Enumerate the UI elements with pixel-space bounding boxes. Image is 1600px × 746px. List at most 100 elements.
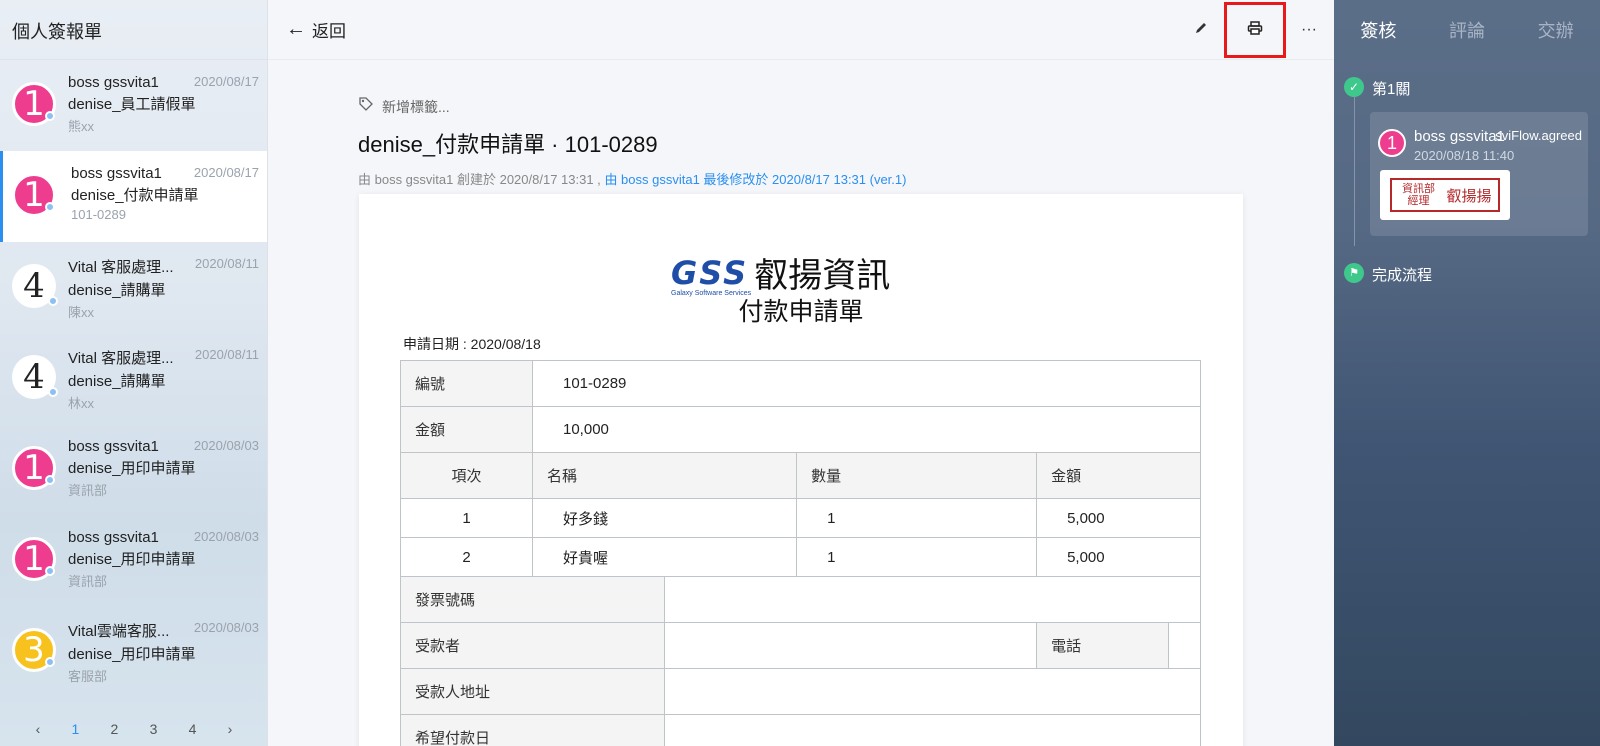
column-header: 數量	[796, 452, 1038, 499]
tag-icon	[358, 96, 374, 117]
signer-status: sviFlow.agreed	[1495, 128, 1582, 143]
tag-input[interactable]: 新增標籤...	[358, 96, 1244, 117]
table-row: 1 好多錢 1 5,000	[400, 498, 1201, 538]
flag-icon: ⚑	[1344, 263, 1364, 283]
form-title: 付款申請單	[738, 298, 864, 326]
more-button[interactable]: ···	[1294, 21, 1324, 39]
amount-value: 10,000	[532, 406, 1201, 453]
page-2[interactable]: 2	[111, 721, 119, 737]
list-item-title: denise_用印申請單	[68, 460, 196, 477]
approval-step: ✓ 第1關	[1334, 77, 1600, 99]
list-item[interactable]: 1 boss gssvita1 2020/08/03 denise_用印申請單 資…	[0, 515, 267, 606]
address-value	[664, 668, 1201, 715]
tab-comments[interactable]: 評論	[1449, 17, 1485, 43]
list-item-sender: boss gssvita1	[68, 74, 159, 91]
list-item-date: 2020/08/03	[193, 438, 259, 453]
signer-time: 2020/08/18 11:40	[1414, 148, 1515, 163]
column-header: 項次	[400, 452, 533, 499]
invoice-value	[664, 576, 1201, 623]
list-item-date: 2020/08/11	[194, 347, 259, 362]
status-dot	[45, 566, 55, 576]
step-label: 完成流程	[1372, 267, 1433, 284]
arrow-left-icon: ←	[286, 18, 306, 40]
table-cell: 5,000	[1036, 498, 1201, 538]
main-content: ← 返回 ··· 新增標籤... denise_付款申請單 · 101-0289…	[268, 0, 1334, 746]
page-4[interactable]: 4	[189, 721, 197, 737]
tab-assign[interactable]: 交辦	[1538, 17, 1574, 43]
approval-step-complete: ⚑ 完成流程	[1334, 263, 1433, 285]
list-item-subtitle: 陳xx	[68, 305, 95, 320]
sidebar-title: 個人簽報單	[0, 0, 267, 60]
status-dot	[45, 111, 55, 121]
approval-panel: 簽核 評論 交辦 ✓ 第1關 1 boss gssvita1 sviFlow.a…	[1334, 0, 1600, 746]
back-button[interactable]: ← 返回	[286, 17, 346, 42]
prev-page-icon[interactable]: ‹	[36, 721, 41, 737]
column-header: 名稱	[531, 452, 798, 499]
list-item[interactable]: 1 boss gssvita1 2020/08/17 denise_員工請假單 熊…	[0, 60, 267, 151]
document-meta: 由 boss gssvita1 創建於 2020/8/17 13:31 , 由 …	[358, 169, 1244, 188]
list-item-subtitle: 熊xx	[68, 119, 95, 134]
avatar: 4	[12, 355, 58, 399]
avatar: 1	[12, 537, 56, 581]
address-label: 受款人地址	[399, 668, 666, 715]
list-item-sender: Vital 客服處理...	[68, 259, 174, 276]
list-item-title: denise_用印申請單	[68, 646, 196, 663]
amount-label: 金額	[400, 406, 533, 453]
list-item-sender: Vital 客服處理...	[68, 350, 174, 367]
page-1[interactable]: 1	[72, 721, 80, 737]
column-header: 金額	[1036, 452, 1201, 499]
step-label: 第1關	[1372, 81, 1411, 98]
avatar: 1	[12, 173, 56, 217]
seal-stamp: 資訊部 經理 叡揚揚	[1390, 178, 1500, 212]
print-button[interactable]	[1224, 2, 1286, 58]
invoice-label: 發票號碼	[399, 576, 666, 623]
pencil-icon[interactable]	[1186, 21, 1216, 40]
apply-date: 申請日期 : 2020/08/18	[403, 336, 541, 352]
list-item-subtitle: 資訊部	[68, 574, 108, 589]
list-item-subtitle: 資訊部	[68, 483, 108, 498]
logo-gss: GSS	[671, 253, 749, 292]
phone-value	[1168, 622, 1201, 669]
avatar: 1	[1378, 129, 1406, 157]
list-item-date: 2020/08/03	[193, 620, 259, 635]
panel-tabs: 簽核 評論 交辦	[1334, 0, 1600, 60]
table-cell: 1	[796, 537, 1038, 577]
form-table: 編號 101-0289 金額 10,000 項次 名稱 數量 金額 1 好多錢 …	[399, 360, 1201, 746]
number-label: 編號	[400, 360, 533, 407]
list-item-active[interactable]: 1 boss gssvita1 2020/08/17 denise_付款申請單 1…	[0, 151, 267, 242]
list-item[interactable]: 4 Vital 客服處理... 2020/08/11 denise_請購單 陳xx	[0, 242, 267, 333]
list-item-subtitle: 客服部	[68, 669, 108, 684]
tab-approval[interactable]: 簽核	[1360, 17, 1396, 43]
meta-modified-link[interactable]: 由 boss gssvita1 最後修改於 2020/8/17 13:31 (v…	[604, 172, 906, 187]
status-dot	[45, 202, 55, 212]
logo-chinese: 叡揚資訊	[754, 257, 891, 295]
list-item-sender: boss gssvita1	[68, 529, 159, 546]
avatar: 1	[12, 82, 56, 126]
stamp-image: 資訊部 經理 叡揚揚	[1380, 170, 1510, 220]
number-value: 101-0289	[532, 360, 1201, 407]
list-item-date: 2020/08/03	[193, 529, 259, 544]
table-cell: 5,000	[1036, 537, 1201, 577]
list-item-subtitle: 101-0289	[71, 207, 126, 222]
stamp-name: 叡揚揚	[1446, 186, 1492, 205]
list-item-date: 2020/08/11	[194, 256, 259, 271]
next-page-icon[interactable]: ›	[228, 721, 233, 737]
list-item-title: denise_員工請假單	[68, 96, 196, 113]
pay-date-label: 希望付款日	[399, 714, 666, 746]
list-item[interactable]: 1 boss gssvita1 2020/08/03 denise_用印申請單 資…	[0, 424, 267, 515]
tag-placeholder: 新增標籤...	[382, 98, 450, 115]
list-item-date: 2020/08/17	[193, 74, 259, 89]
pay-date-value	[664, 714, 1201, 746]
list-item[interactable]: 3 Vital雲端客服... 2020/08/03 denise_用印申請單 客服…	[0, 606, 267, 697]
status-dot	[48, 296, 58, 306]
avatar: 1	[12, 446, 56, 490]
back-label: 返回	[312, 22, 346, 41]
list-item-title: denise_用印申請單	[68, 551, 196, 568]
list-item-title: denise_請購單	[68, 373, 166, 390]
page-3[interactable]: 3	[150, 721, 158, 737]
signer-card: 1 boss gssvita1 sviFlow.agreed 2020/08/1…	[1370, 112, 1588, 236]
pagination: ‹ 1 2 3 4 ›	[0, 712, 268, 746]
table-cell: 1	[796, 498, 1038, 538]
table-row: 2 好貴喔 1 5,000	[400, 537, 1201, 577]
list-item[interactable]: 4 Vital 客服處理... 2020/08/11 denise_請購單 林xx	[0, 333, 267, 424]
